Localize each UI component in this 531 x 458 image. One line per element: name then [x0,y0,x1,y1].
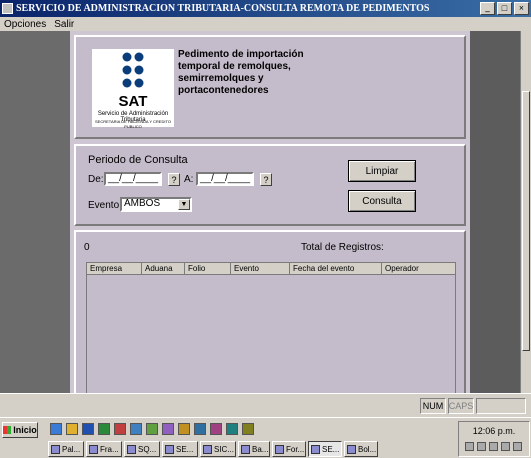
task-icon [275,444,284,454]
vertical-scrollbar[interactable] [520,31,531,393]
tray-app-icon-2[interactable] [513,442,522,451]
app-icon-12[interactable] [226,423,238,435]
app-icon-9[interactable] [178,423,190,435]
app-icon-10[interactable] [194,423,206,435]
fecha-hasta-field[interactable]: __/__/____ [196,172,254,186]
task-icon [241,444,250,454]
col-folio[interactable]: Folio [185,263,231,274]
task-icon [51,444,60,454]
task-label: Ba... [252,444,269,454]
a-label: A: [184,174,194,185]
evento-select[interactable]: AMBOS ▼ [120,197,192,212]
app-icon-7[interactable] [146,423,158,435]
grid-header: Empresa Aduana Folio Evento Fecha del ev… [87,263,455,275]
consulta-button[interactable]: Consulta [348,190,416,212]
sat-emblem-icon [122,52,144,88]
status-extra [476,398,526,414]
task-icon [165,444,174,454]
maximize-button[interactable]: □ [497,2,512,15]
fecha-hasta-help-button[interactable]: ? [260,173,272,186]
task-button-4[interactable]: SE... [162,441,198,457]
fecha-desde-help-button[interactable]: ? [168,173,180,186]
consulta-panel: Periodo de Consulta De: __/__/____ ? A: … [74,144,466,226]
col-fecha-evento[interactable]: Fecha del evento [290,263,382,274]
sat-logo: SAT Servicio de Administración Tributari… [92,49,174,129]
taskbar: Inicio Pal... Fra... SQ... SE... SIC... … [0,417,531,458]
task-label: SQ... [138,444,157,454]
task-icon [89,444,98,454]
task-button-8[interactable]: SE... [308,441,342,457]
task-button-2[interactable]: Fra... [86,441,122,457]
clock[interactable]: 12:06 p.m. [459,426,529,436]
caps-indicator: CAPS [448,398,474,414]
network-icon[interactable] [465,442,474,451]
sat-logo-word: SAT [118,93,148,110]
col-empresa[interactable]: Empresa [87,263,142,274]
task-button-9[interactable]: Bol... [344,441,378,457]
limpiar-button[interactable]: Limpiar [348,160,416,182]
menu-salir[interactable]: Salir [50,19,78,30]
task-label: Fra... [100,444,119,454]
result-count: 0 [84,242,90,253]
excel-icon[interactable] [98,423,110,435]
task-icon [203,444,212,454]
app-icon-8[interactable] [162,423,174,435]
task-button-3[interactable]: SQ... [124,441,160,457]
task-label: Pal... [62,444,81,454]
evento-select-value: AMBOS [124,198,161,209]
task-label: For... [286,444,305,454]
window-titlebar: SERVICIO DE ADMINISTRACION TRIBUTARIA-CO… [0,0,531,17]
task-icon [311,444,320,454]
de-label: De: [88,174,104,185]
tray-app-icon[interactable] [501,442,510,451]
results-grid[interactable]: Empresa Aduana Folio Evento Fecha del ev… [86,262,456,396]
results-panel: 0 Total de Registros: Empresa Aduana Fol… [74,230,466,396]
col-aduana[interactable]: Aduana [142,263,185,274]
task-icon [127,444,136,454]
volume-icon[interactable] [489,442,498,451]
app-icon-6[interactable] [130,423,142,435]
menu-bar: Opciones Salir [0,17,531,31]
outlook-icon[interactable] [66,423,78,435]
word-icon[interactable] [82,423,94,435]
windows-logo-icon [3,426,12,434]
chevron-down-icon[interactable]: ▼ [178,199,190,210]
system-tray: 12:06 p.m. [458,421,530,457]
minimize-button[interactable]: _ [480,2,495,15]
ie-icon[interactable] [50,423,62,435]
window-title: SERVICIO DE ADMINISTRACION TRIBUTARIA-CO… [16,3,430,14]
mdi-area: SAT Servicio de Administración Tributari… [0,31,531,396]
task-button-6[interactable]: Ba... [238,441,270,457]
app-icon-11[interactable] [210,423,222,435]
task-label: SE... [322,444,340,454]
sat-logo-subtitle2: SECRETARIA DE HACIENDA Y CREDITO PUBLICO [95,119,171,129]
header-panel: SAT Servicio de Administración Tributari… [74,35,466,139]
scrollbar-thumb[interactable] [522,91,530,351]
num-indicator: NUM [420,398,446,414]
task-icon [347,444,356,454]
app-icon [2,3,13,14]
app-icon-5[interactable] [114,423,126,435]
page-title: Pedimento de importación temporal de rem… [178,49,304,96]
col-evento[interactable]: Evento [231,263,290,274]
task-button-7[interactable]: For... [272,441,306,457]
close-button[interactable]: × [514,2,529,15]
task-button-1[interactable]: Pal... [48,441,84,457]
task-button-5[interactable]: SIC... [200,441,236,457]
app-icon-13[interactable] [242,423,254,435]
start-label: Inicio [13,425,37,435]
col-operador[interactable]: Operador [382,263,455,274]
start-button[interactable]: Inicio [2,422,38,438]
task-label: SE... [176,444,194,454]
total-registros-label: Total de Registros: [301,242,384,253]
form-area: SAT Servicio de Administración Tributari… [70,31,470,396]
antivirus-icon[interactable] [477,442,486,451]
status-bar: NUM CAPS [0,393,531,417]
menu-opciones[interactable]: Opciones [0,19,50,30]
task-label: SIC... [214,444,235,454]
periodo-label: Periodo de Consulta [88,154,188,166]
evento-label: Evento: [88,200,122,211]
task-label: Bol... [358,444,377,454]
fecha-desde-field[interactable]: __/__/____ [104,172,162,186]
